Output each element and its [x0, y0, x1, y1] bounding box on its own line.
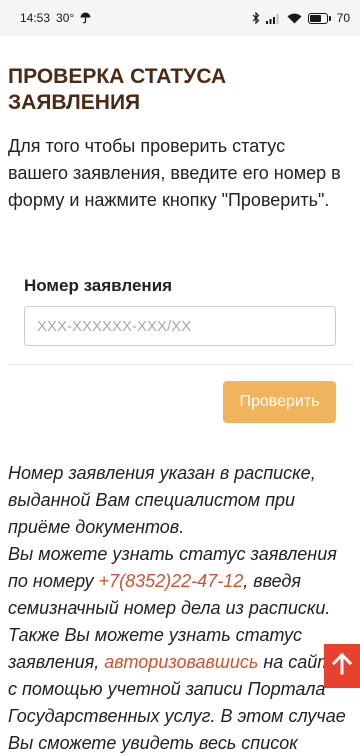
application-number-input[interactable]: [24, 306, 336, 346]
intro-text: Для того чтобы проверить статус вашего з…: [8, 136, 341, 210]
info-paragraph-1: Номер заявления указан в расписке, выдан…: [8, 463, 316, 537]
status-bar: 14:53 30° 70: [0, 0, 360, 36]
divider: [8, 364, 354, 365]
battery-body: [307, 12, 328, 24]
status-bar-right: 70: [252, 11, 350, 25]
umbrella-icon: [80, 12, 91, 24]
clock: 14:53: [20, 11, 51, 25]
application-number-label: Номер заявления: [24, 276, 173, 295]
bluetooth-icon: [252, 12, 260, 24]
scroll-top-button[interactable]: [324, 644, 360, 688]
battery-fill: [309, 14, 321, 22]
check-button[interactable]: Проверить: [223, 381, 336, 423]
battery-percent: 70: [336, 11, 350, 25]
temperature: 30°: [56, 11, 75, 25]
phone-link[interactable]: +7(8352)22-47-12: [99, 571, 244, 591]
page-title: ПРОВЕРКА СТАТУСА ЗАЯВЛЕНИЯ: [8, 65, 227, 114]
wifi-icon: [287, 13, 302, 24]
battery-icon: [307, 12, 331, 24]
auth-link[interactable]: авторизовавшись: [104, 652, 258, 672]
status-bar-left: 14:53 30°: [20, 11, 91, 25]
arrow-up-icon: [331, 652, 353, 680]
battery-tip: [328, 15, 331, 21]
info-block: Номер заявления указан в расписке, выдан…: [8, 460, 350, 756]
signal-icon: [265, 13, 281, 24]
